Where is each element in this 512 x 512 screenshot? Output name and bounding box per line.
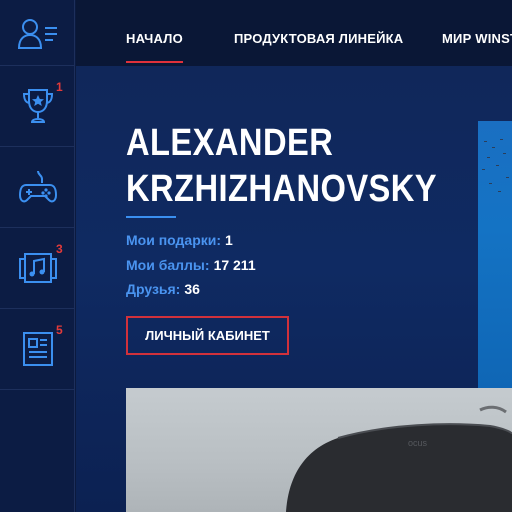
trophy-icon (22, 89, 53, 123)
stat-points-label: Мои баллы: (126, 257, 210, 273)
product-brand-text: ocus (408, 438, 428, 448)
personal-cabinet-button[interactable]: ЛИЧНЫЙ КАБИНЕТ (126, 316, 289, 355)
sidebar-item-games[interactable] (0, 147, 75, 228)
nav-item-world[interactable]: МИР WINST (442, 31, 512, 46)
gamepad-icon (18, 170, 57, 203)
trophy-badge: 1 (56, 80, 63, 94)
product-image[interactable]: ocus (126, 388, 512, 512)
news-icon (22, 332, 53, 366)
sidebar-item-profile[interactable] (0, 0, 75, 66)
music-badge: 3 (56, 242, 63, 256)
news-badge: 5 (56, 323, 63, 337)
stat-friends[interactable]: Друзья: 36 (126, 281, 200, 297)
sidebar-item-music[interactable]: 3 (0, 228, 75, 309)
nav-item-home[interactable]: НАЧАЛО (126, 31, 183, 63)
nav-item-products[interactable]: ПРОДУКТОВАЯ ЛИНЕЙКА (234, 31, 403, 46)
stat-points-value: 17 211 (213, 257, 256, 273)
stat-points[interactable]: Мои баллы: 17 211 (126, 257, 256, 273)
user-name: ALEXANDER KRZHIZHANOVSKY (126, 120, 437, 212)
stat-gifts-value: 1 (225, 232, 233, 248)
stat-gifts-label: Мои подарки: (126, 232, 222, 248)
name-divider (126, 216, 176, 218)
hero-photo (478, 121, 512, 391)
user-menu-icon (17, 18, 57, 49)
stat-friends-value: 36 (184, 281, 200, 297)
music-icon (18, 253, 57, 283)
top-navigation: НАЧАЛО ПРОДУКТОВАЯ ЛИНЕЙКА МИР WINST (76, 0, 512, 66)
user-name-first: ALEXANDER (126, 122, 334, 164)
vr-headset-image: ocus (286, 405, 512, 512)
user-name-last: KRZHIZHANOVSKY (126, 168, 438, 210)
main-content: ALEXANDER KRZHIZHANOVSKY Мои подарки: 1 М… (76, 66, 512, 512)
sidebar-item-trophies[interactable]: 1 (0, 66, 75, 147)
stat-gifts[interactable]: Мои подарки: 1 (126, 232, 233, 248)
stat-friends-label: Друзья: (126, 281, 181, 297)
sidebar-item-news[interactable]: 5 (0, 309, 75, 390)
sidebar: 1 3 5 (0, 0, 75, 512)
